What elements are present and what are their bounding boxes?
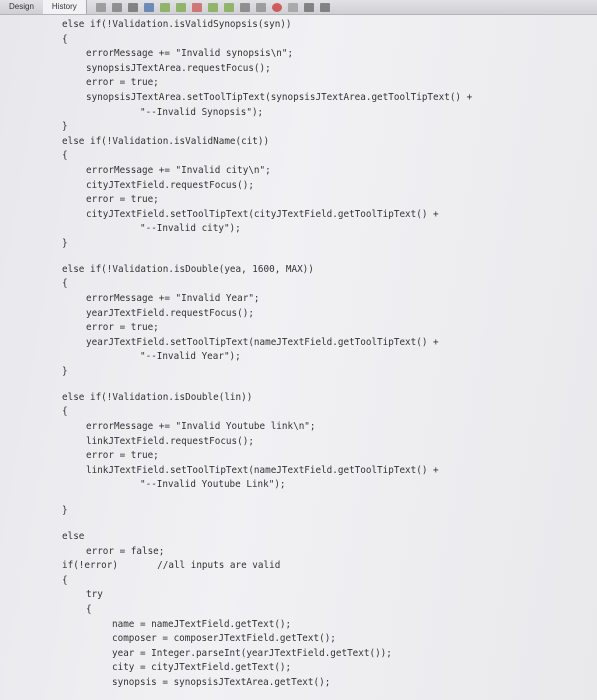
code-line: error = true; xyxy=(86,194,159,205)
up-icon[interactable] xyxy=(207,2,218,12)
code-line: { xyxy=(62,150,68,161)
code-line: synopsis = synopsisJTextArea.getText(); xyxy=(112,677,331,688)
code-line: try xyxy=(86,589,103,600)
code-line: else if(!Validation.isDouble(lin)) xyxy=(62,392,253,403)
down-icon[interactable] xyxy=(223,2,234,12)
code-line: } xyxy=(62,121,68,132)
code-line: else xyxy=(62,531,85,542)
code-line: synopsisJTextArea.setToolTipText(synopsi… xyxy=(86,92,473,103)
code-line: } xyxy=(62,505,68,516)
code-line: error = true; xyxy=(86,450,159,461)
circle-icon[interactable] xyxy=(271,2,282,12)
code-line: else if(!Validation.isDouble(yea, 1600, … xyxy=(62,264,314,275)
code-line: year = Integer.parseInt(yearJTextField.g… xyxy=(112,648,392,659)
code-line: cityJTextField.requestFocus(); xyxy=(86,180,254,191)
code-line: else if(!Validation.isValidSynopsis(syn)… xyxy=(62,19,292,30)
diff-icon[interactable] xyxy=(255,2,266,12)
next-icon[interactable] xyxy=(175,2,186,12)
code-line: errorMessage += "Invalid Year"; xyxy=(86,293,260,304)
code-line: linkJTextField.setToolTipText(nameJTextF… xyxy=(86,465,439,476)
code-line: "--Invalid Year"); xyxy=(140,351,241,362)
code-line: } xyxy=(62,238,68,249)
code-line: { xyxy=(62,34,68,45)
code-line: name = nameJTextField.getText(); xyxy=(112,619,292,630)
editor-toolbar: Design History xyxy=(0,0,597,15)
code-line: error = true; xyxy=(86,77,159,88)
tab-design[interactable]: Design xyxy=(0,0,43,14)
code-line: yearJTextField.setToolTipText(nameJTextF… xyxy=(86,337,439,348)
code-line: yearJTextField.requestFocus(); xyxy=(86,308,254,319)
code-line: "--Invalid city"); xyxy=(140,223,241,234)
code-line: error = true; xyxy=(86,322,159,333)
code-line: } xyxy=(62,366,68,377)
code-line: cityJTextField.setToolTipText(cityJTextF… xyxy=(86,209,439,220)
code-line: "--Invalid Synopsis"); xyxy=(140,107,264,118)
search-icon[interactable] xyxy=(143,2,154,12)
chart-icon[interactable] xyxy=(319,2,330,12)
tab-history[interactable]: History xyxy=(42,0,87,14)
code-editor[interactable]: else if(!Validation.isValidSynopsis(syn)… xyxy=(0,15,597,700)
history-icon[interactable] xyxy=(111,2,122,12)
prev-icon[interactable] xyxy=(159,2,170,12)
code-line: { xyxy=(62,406,68,417)
code-line: errorMessage += "Invalid city\n"; xyxy=(86,165,271,176)
code-line: { xyxy=(86,604,92,615)
code-line: city = cityJTextField.getText(); xyxy=(112,662,292,673)
back-icon[interactable] xyxy=(127,2,138,12)
code-line: composer = composerJTextField.getText(); xyxy=(112,633,336,644)
code-line: linkJTextField.requestFocus(); xyxy=(86,436,254,447)
sort-icon[interactable] xyxy=(239,2,250,12)
toolbar-icons xyxy=(93,2,333,12)
code-line: errorMessage += "Invalid Youtube link\n"… xyxy=(86,421,316,432)
code-line: if(!error) //all inputs are valid xyxy=(62,560,281,571)
toggle-icon[interactable] xyxy=(191,2,202,12)
code-line: else if(!Validation.isValidName(cit)) xyxy=(62,136,270,147)
code-line: error = false; xyxy=(86,546,165,557)
code-line: synopsisJTextArea.requestFocus(); xyxy=(86,63,271,74)
code-line: errorMessage += "Invalid synopsis\n"; xyxy=(86,48,294,59)
square-icon[interactable] xyxy=(287,2,298,12)
source-icon[interactable] xyxy=(95,2,106,12)
code-line: { xyxy=(62,575,68,586)
code-line: "--Invalid Youtube Link"); xyxy=(140,479,286,490)
menu-icon[interactable] xyxy=(303,2,314,12)
code-line: { xyxy=(62,278,68,289)
